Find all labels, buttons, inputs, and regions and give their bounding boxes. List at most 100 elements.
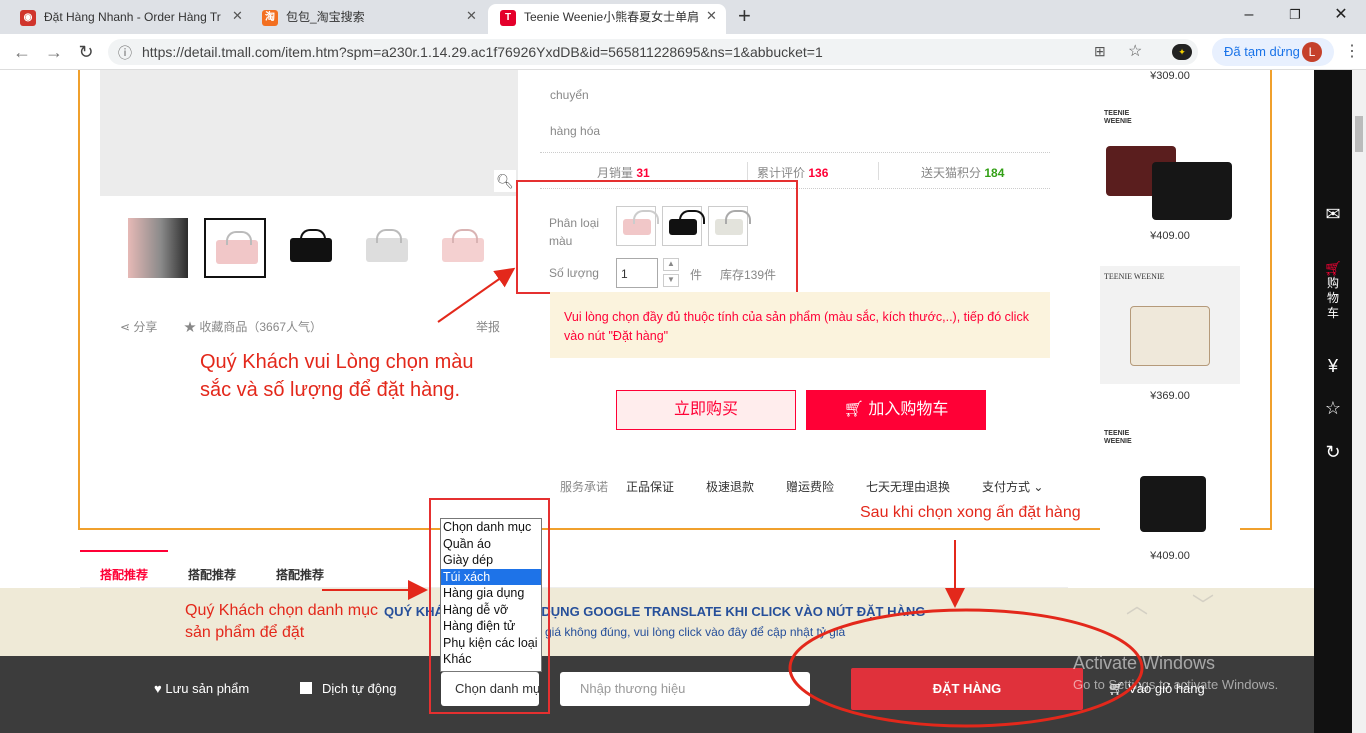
save-product-button[interactable]: ♥ Lưu sản phẩm (154, 681, 249, 696)
new-tab-icon[interactable]: + (738, 3, 751, 29)
tab-recommend[interactable]: 搭配推荐 (188, 566, 236, 583)
payment-label: 支付方式 (982, 480, 1031, 494)
tab-recommend[interactable]: 搭配推荐 (276, 566, 324, 583)
dropdown-option[interactable]: Chọn danh mục (441, 519, 541, 536)
minimize-icon[interactable]: – (1226, 0, 1272, 30)
dropdown-option[interactable]: Quần áo (441, 536, 541, 553)
brand-logo: TEENIE WEENIE (1104, 430, 1132, 445)
favorite-label: 收藏商品 (199, 320, 248, 334)
close-icon[interactable]: ✕ (232, 8, 243, 24)
cart-sidebar-button[interactable]: 🛒︎ 购物车 (1314, 260, 1352, 321)
dropdown-option[interactable]: Hàng điện tử (441, 618, 541, 635)
tab-order[interactable]: ◉ Đặt Hàng Nhanh - Order Hàng Tr (8, 4, 244, 34)
meta-row: chuyển (550, 88, 589, 102)
service-item[interactable]: 极速退款 (706, 478, 754, 495)
tab-recommend[interactable]: 搭配推荐 (80, 550, 168, 583)
maximize-icon[interactable]: ❐ (1272, 0, 1318, 30)
tmall-icon: T (500, 10, 516, 26)
scrollbar[interactable] (1352, 70, 1366, 733)
banner-rate-link[interactable]: giá không đúng, vui lòng click vào đây đ… (545, 625, 845, 639)
payment-methods[interactable]: 支付方式 ⌄ (982, 478, 1043, 495)
service-item[interactable]: 赠运费险 (786, 478, 834, 495)
order-button[interactable]: ĐẶT HÀNG (851, 668, 1083, 710)
dropdown-option-selected[interactable]: Túi xách (441, 568, 541, 585)
product-price: ¥309.00 (1150, 70, 1190, 82)
service-item[interactable]: 正品保证 (626, 478, 674, 495)
color-swatch-pink[interactable] (616, 206, 659, 246)
thumbnail-3[interactable] (280, 218, 342, 278)
color-swatch-white[interactable] (708, 206, 751, 246)
address-bar[interactable]: ⓘ https://detail.tmall.com/item.htm?spm=… (108, 39, 1198, 65)
quantity-input[interactable]: 1 (616, 258, 658, 288)
history-icon[interactable]: ↻ (1314, 442, 1352, 463)
auto-translate-toggle[interactable]: Dịch tự động (300, 681, 396, 696)
stock-count: 库存139件 (720, 268, 777, 282)
thumbnail-5[interactable] (432, 218, 494, 278)
extension-icon[interactable]: ✦ (1172, 44, 1192, 60)
annotation-after-choose: Sau khi chọn xong ấn đặt hàng (860, 504, 1081, 521)
category-dropdown-list[interactable]: Chọn danh mục Quần áo Giày dép Túi xách … (440, 518, 542, 672)
share-icon: ⋖ (120, 320, 134, 334)
report-link[interactable]: 举报 (476, 318, 500, 335)
service-label: 服务承诺 (560, 480, 609, 494)
dropdown-option[interactable]: Khác (441, 651, 541, 668)
tab-taobao[interactable]: 淘 包包_淘宝搜索 (250, 4, 486, 34)
brand-logo: TEENIE WEENIE (1104, 272, 1165, 281)
dropdown-option[interactable]: Giày dép (441, 552, 541, 569)
product-image[interactable]: TEENIE WEENIE (1100, 426, 1240, 544)
avatar[interactable]: L (1302, 42, 1322, 62)
thumbnail-2[interactable] (204, 218, 266, 278)
tab-strip: ◉ Đặt Hàng Nhanh - Order Hàng Tr ✕ 淘 包包_… (0, 0, 1366, 34)
menu-kebab-icon[interactable]: ⋮ (1344, 41, 1360, 61)
bag-black (1140, 476, 1206, 532)
yen-icon[interactable]: ¥ (1314, 356, 1352, 377)
add-to-cart-button[interactable]: 🛒︎ 加入购物车 (806, 390, 986, 430)
window-close-icon[interactable]: ✕ (1318, 0, 1364, 30)
bag-black (1152, 162, 1232, 220)
product-image[interactable]: TEENIE WEENIE (1100, 106, 1240, 224)
reload-icon[interactable]: ↻ (74, 40, 98, 64)
stat-reviews: 累计评价 136 (757, 166, 829, 180)
share-label: 分享 (133, 320, 158, 334)
product-price: ¥409.00 (1150, 550, 1190, 562)
thumbnail-4[interactable] (356, 218, 418, 278)
bookmark-star-icon[interactable]: ☆ (1128, 41, 1142, 61)
mail-icon[interactable]: ✉ (1314, 204, 1352, 225)
stat-points: 送天猫积分 184 (921, 166, 1005, 180)
forward-icon[interactable]: → (42, 40, 66, 64)
bag-cream (1130, 306, 1210, 366)
scrollbar-thumb[interactable] (1355, 116, 1363, 152)
service-item[interactable]: 七天无理由退换 (866, 478, 950, 495)
dropdown-option[interactable]: Hàng dễ vỡ (441, 602, 541, 619)
translate-label: Dịch tự động (322, 681, 397, 696)
info-icon[interactable]: ⓘ (118, 43, 132, 63)
share-link[interactable]: ⋖ 分享 (120, 318, 157, 335)
product-image[interactable]: TEENIE WEENIE (1100, 266, 1240, 384)
zoom-icon[interactable]: 🔍︎ (494, 170, 516, 192)
close-icon[interactable]: ✕ (466, 8, 477, 24)
translate-icon[interactable]: ⊞ (1094, 43, 1106, 60)
annotation-choose-color: Quý Khách vui Lòng chọn màu sắc và số lư… (200, 351, 474, 401)
color-swatch-black[interactable] (662, 206, 705, 246)
chevron-down-icon: ⌄ (1030, 480, 1044, 494)
increase-icon[interactable]: ▲ (663, 258, 679, 271)
dropdown-option[interactable]: Hàng gia dụng (441, 585, 541, 602)
decrease-icon[interactable]: ▼ (663, 274, 679, 287)
thumbnail-1[interactable] (126, 218, 188, 278)
buy-now-button[interactable]: 立即购买 (616, 390, 796, 430)
favorite-link[interactable]: ★ 收藏商品（3667人气） (184, 318, 322, 335)
color-label: Phân loại màu (549, 216, 600, 248)
checkbox[interactable] (300, 682, 312, 694)
order-app-icon: ◉ (20, 10, 36, 26)
attribute-warning: Vui lòng chọn đầy đủ thuộc tính của sản … (550, 292, 1050, 358)
back-icon[interactable]: ← (10, 40, 34, 64)
brand-input[interactable]: Nhập thương hiệu (560, 672, 810, 706)
cart-icon: 🛒︎ (843, 401, 869, 418)
star-outline-icon[interactable]: ☆ (1314, 398, 1352, 419)
tab-tmall[interactable]: T Teenie Weenie小熊春夏女士单肩 (488, 4, 726, 34)
star-icon: ★ (184, 320, 200, 334)
close-icon[interactable]: ✕ (706, 8, 717, 24)
chevron-up-icon[interactable]: ︿ (1126, 588, 1148, 620)
chevron-down-icon[interactable]: ﹀ (1192, 588, 1214, 620)
dropdown-option[interactable]: Phụ kiện các loại (441, 635, 541, 652)
